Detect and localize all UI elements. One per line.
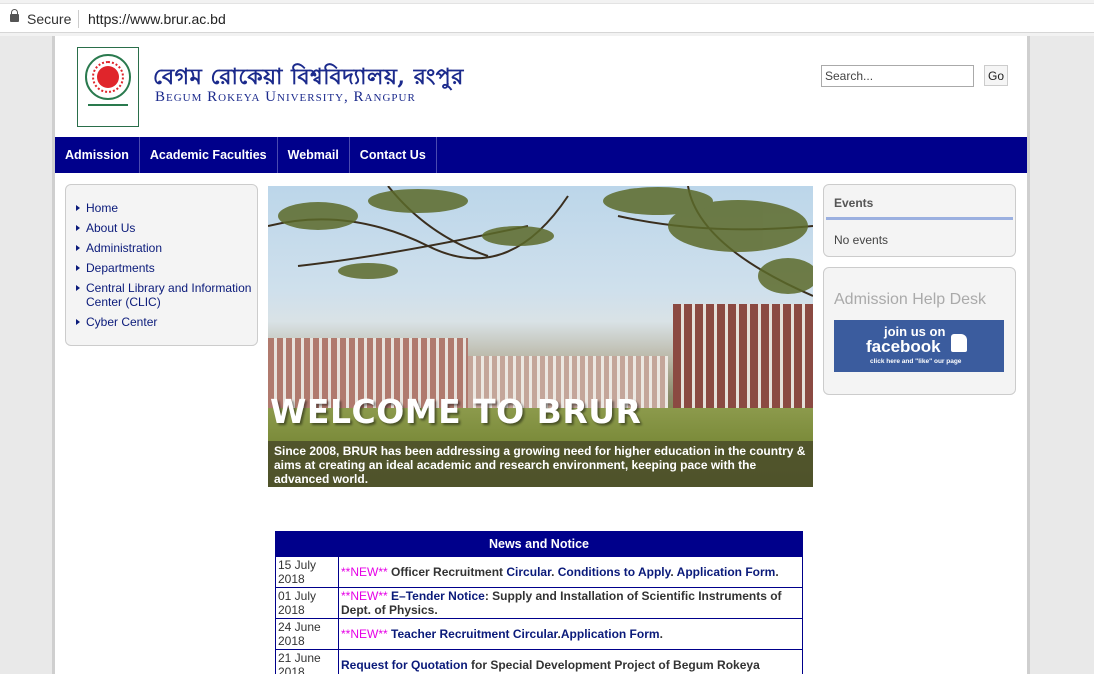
news-link[interactable]: E–Tender Notice: [391, 589, 485, 603]
news-date: 24 June 2018: [275, 618, 339, 650]
page-container: বেগম রোকেয়া বিশ্ববিদ্যালয়, রংপুর Begum…: [55, 36, 1027, 674]
separator: [78, 10, 79, 28]
welcome-heading: WELCOME TO BRUR: [270, 392, 642, 431]
university-logo[interactable]: [77, 47, 139, 127]
logo-base: [88, 104, 128, 120]
url-text[interactable]: https://www.brur.ac.bd: [88, 11, 226, 27]
admission-help-panel: Admission Help Desk join us on facebook …: [823, 267, 1016, 395]
new-badge: **NEW**: [341, 565, 388, 579]
news-description: **NEW** Officer Recruitment Circular. Co…: [338, 556, 803, 588]
news-text: .: [659, 627, 663, 641]
events-title: Events: [834, 196, 874, 210]
browser-address-bar: Secure https://www.brur.ac.bd: [0, 0, 1094, 36]
nav-webmail[interactable]: Webmail: [278, 137, 350, 173]
sidebar-item-about-us[interactable]: About Us: [76, 221, 254, 235]
news-description: **NEW** E–Tender Notice: Supply and Inst…: [338, 587, 803, 619]
table-row: 24 June 2018 **NEW** Teacher Recruitment …: [275, 618, 803, 650]
news-table-title: News and Notice: [275, 531, 803, 557]
news-link[interactable]: Circular: [506, 565, 551, 579]
page-shadow-right: [1027, 36, 1030, 674]
news-link[interactable]: Application Form: [561, 627, 660, 641]
site-title-english: Begum Rokeya University, Rangpur: [155, 89, 416, 105]
table-row: 01 July 2018 **NEW** E–Tender Notice: Sup…: [275, 587, 803, 619]
fb-name-text: facebook: [866, 337, 941, 356]
events-empty-text: No events: [834, 233, 889, 247]
facebook-join-button[interactable]: join us on facebook click here and "like…: [834, 320, 1004, 372]
sidebar-item-administration[interactable]: Administration: [76, 241, 254, 255]
news-notice-table: News and Notice 15 July 2018 **NEW** Offi…: [275, 531, 803, 674]
news-text: for Special Development Project of Begum…: [467, 658, 760, 672]
url-field[interactable]: Secure https://www.brur.ac.bd: [0, 3, 1094, 33]
table-row: 21 June 2018 Request for Quotation for Sp…: [275, 649, 803, 674]
table-row: 15 July 2018 **NEW** Officer Recruitment …: [275, 556, 803, 588]
help-desk-title: Admission Help Desk: [834, 291, 987, 308]
news-link[interactable]: Application Form: [677, 565, 776, 579]
events-panel: Events No events: [823, 184, 1016, 257]
search-go-button[interactable]: Go: [984, 65, 1008, 86]
news-date: 01 July 2018: [275, 587, 339, 619]
thumbs-up-icon: [951, 334, 967, 352]
banner-caption: Since 2008, BRUR has been addressing a g…: [268, 441, 813, 487]
news-link[interactable]: Teacher Recruitment Circular: [391, 627, 558, 641]
events-divider: [826, 217, 1013, 220]
sidebar-item-home[interactable]: Home: [76, 201, 254, 215]
logo-sun-icon: [97, 66, 119, 88]
news-description: Request for Quotation for Special Develo…: [338, 649, 803, 674]
sidebar-item-cyber-center[interactable]: Cyber Center: [76, 315, 254, 329]
sidebar-item-clic[interactable]: Central Library and Information Center (…: [76, 281, 254, 309]
main-nav: Admission Academic Faculties Webmail Con…: [55, 137, 1027, 173]
news-date: 15 July 2018: [275, 556, 339, 588]
news-description: **NEW** Teacher Recruitment Circular.App…: [338, 618, 803, 650]
news-text: Officer Recruitment: [387, 565, 507, 579]
building-right: [673, 304, 813, 412]
news-link[interactable]: Request for Quotation: [341, 658, 468, 672]
secure-label: Secure: [27, 11, 72, 27]
sidebar-item-departments[interactable]: Departments: [76, 261, 254, 275]
nav-academic-faculties[interactable]: Academic Faculties: [140, 137, 278, 173]
new-badge: **NEW**: [341, 627, 388, 641]
nav-admission[interactable]: Admission: [55, 137, 140, 173]
news-link[interactable]: Conditions to Apply: [558, 565, 671, 579]
news-text: .: [551, 565, 558, 579]
nav-contact-us[interactable]: Contact Us: [350, 137, 437, 173]
search-input[interactable]: [821, 65, 974, 87]
sidebar-menu: Home About Us Administration Departments…: [65, 184, 258, 346]
news-date: 21 June 2018: [275, 649, 339, 674]
lock-icon: [10, 9, 19, 22]
fb-like-text: click here and "like" our page: [870, 358, 962, 365]
new-badge: **NEW**: [341, 589, 388, 603]
welcome-banner: WELCOME TO BRUR Since 2008, BRUR has bee…: [268, 186, 813, 487]
news-text: .: [775, 565, 779, 579]
